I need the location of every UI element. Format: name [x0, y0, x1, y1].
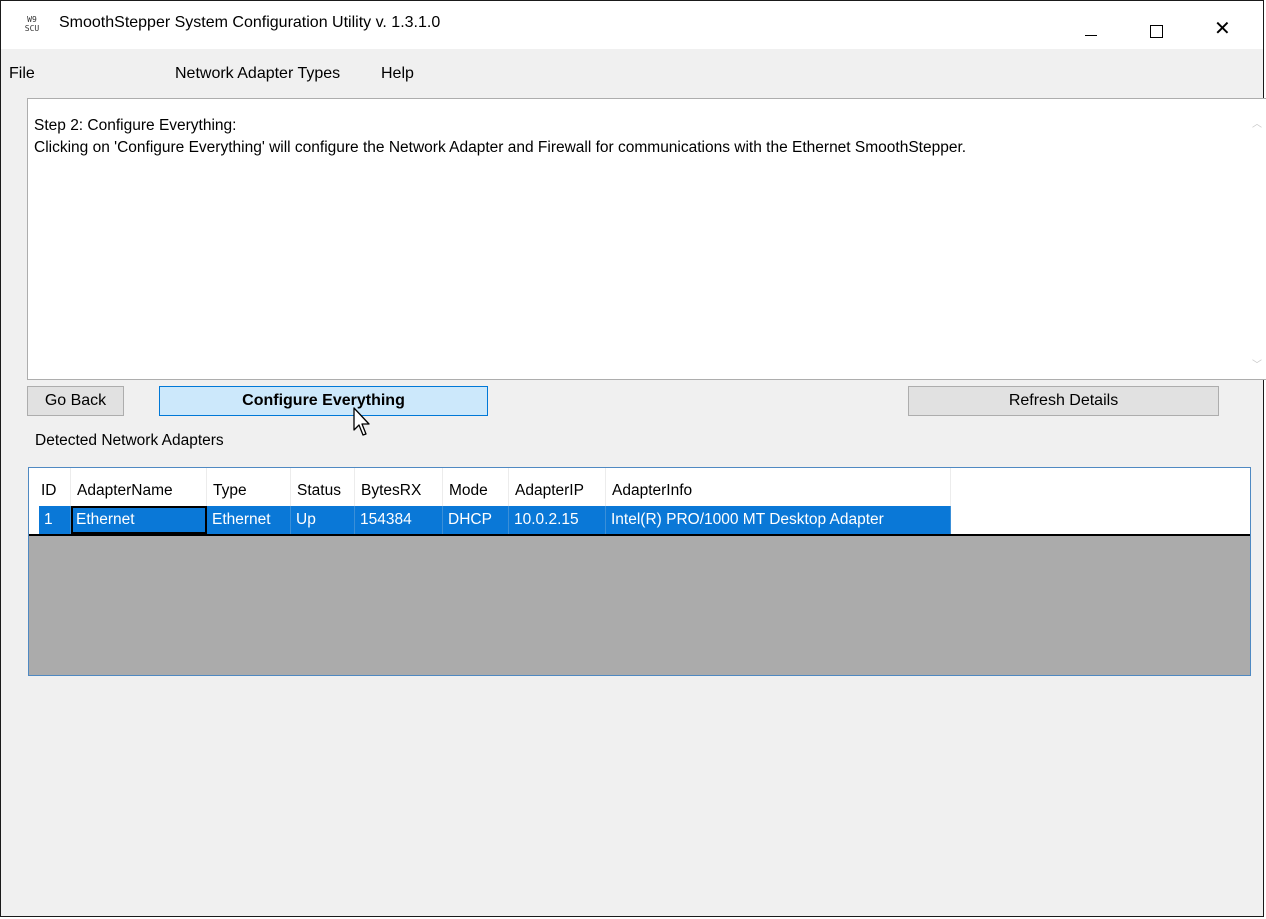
refresh-details-button[interactable]: Refresh Details — [908, 386, 1219, 416]
vertical-scrollbar[interactable]: ︿ ﹀ — [1248, 99, 1266, 379]
cell-type[interactable]: Ethernet — [207, 506, 291, 534]
app-icon: W9 SCU — [24, 15, 40, 33]
close-button[interactable]: ✕ — [1193, 1, 1253, 49]
minimize-button[interactable] — [1061, 1, 1121, 49]
title-bar[interactable]: W9 SCU SmoothStepper System Configuration… — [1, 1, 1263, 49]
column-header-mode[interactable]: Mode — [443, 468, 509, 506]
step-description: Clicking on 'Configure Everything' will … — [34, 139, 967, 156]
menu-network-adapter-types[interactable]: Network Adapter Types — [175, 65, 340, 83]
step-title: Step 2: Configure Everything: — [34, 117, 237, 134]
go-back-button[interactable]: Go Back — [27, 386, 124, 416]
main-content: Step 2: Configure Everything: Clicking o… — [1, 94, 1266, 916]
close-icon: ✕ — [1214, 18, 1231, 40]
mouse-pointer-icon — [353, 407, 370, 436]
configure-everything-button[interactable]: Configure Everything — [159, 386, 488, 416]
column-header-adaptername[interactable]: AdapterName — [71, 468, 207, 506]
scroll-down-icon[interactable]: ﹀ — [1252, 356, 1262, 371]
column-header-bytesrx[interactable]: BytesRX — [355, 468, 443, 506]
cell-status[interactable]: Up — [291, 506, 355, 534]
instructions-textbox[interactable]: Step 2: Configure Everything: Clicking o… — [27, 98, 1266, 380]
detected-adapters-label: Detected Network Adapters — [35, 432, 224, 449]
cell-bytesrx[interactable]: 154384 — [355, 506, 443, 534]
menu-bar: File Network Adapter Types Help — [1, 49, 1263, 94]
minimize-icon — [1085, 35, 1097, 36]
maximize-button[interactable] — [1127, 1, 1187, 49]
menu-file[interactable]: File — [9, 65, 35, 83]
cell-id[interactable]: 1 — [39, 506, 71, 534]
column-header-type[interactable]: Type — [207, 468, 291, 506]
app-window: W9 SCU SmoothStepper System Configuration… — [0, 0, 1266, 917]
table-row[interactable]: 1 Ethernet Ethernet Up 154384 DHCP 10.0.… — [29, 506, 1250, 536]
scroll-up-icon[interactable]: ︿ — [1252, 115, 1262, 130]
window-title: SmoothStepper System Configuration Utili… — [59, 14, 441, 31]
cell-adaptername[interactable]: Ethernet — [71, 506, 207, 534]
column-header-adapterinfo[interactable]: AdapterInfo — [606, 468, 951, 506]
menu-help[interactable]: Help — [381, 65, 414, 83]
maximize-icon — [1150, 25, 1163, 38]
cell-adapterip[interactable]: 10.0.2.15 — [509, 506, 606, 534]
grid-header: ID AdapterName Type Status BytesRX Mode … — [29, 468, 1250, 506]
cell-mode[interactable]: DHCP — [443, 506, 509, 534]
column-header-adapterip[interactable]: AdapterIP — [509, 468, 606, 506]
cell-adapterinfo[interactable]: Intel(R) PRO/1000 MT Desktop Adapter — [606, 506, 951, 534]
adapters-grid[interactable]: ID AdapterName Type Status BytesRX Mode … — [28, 467, 1251, 676]
column-header-id[interactable]: ID — [35, 468, 71, 506]
column-header-status[interactable]: Status — [291, 468, 355, 506]
